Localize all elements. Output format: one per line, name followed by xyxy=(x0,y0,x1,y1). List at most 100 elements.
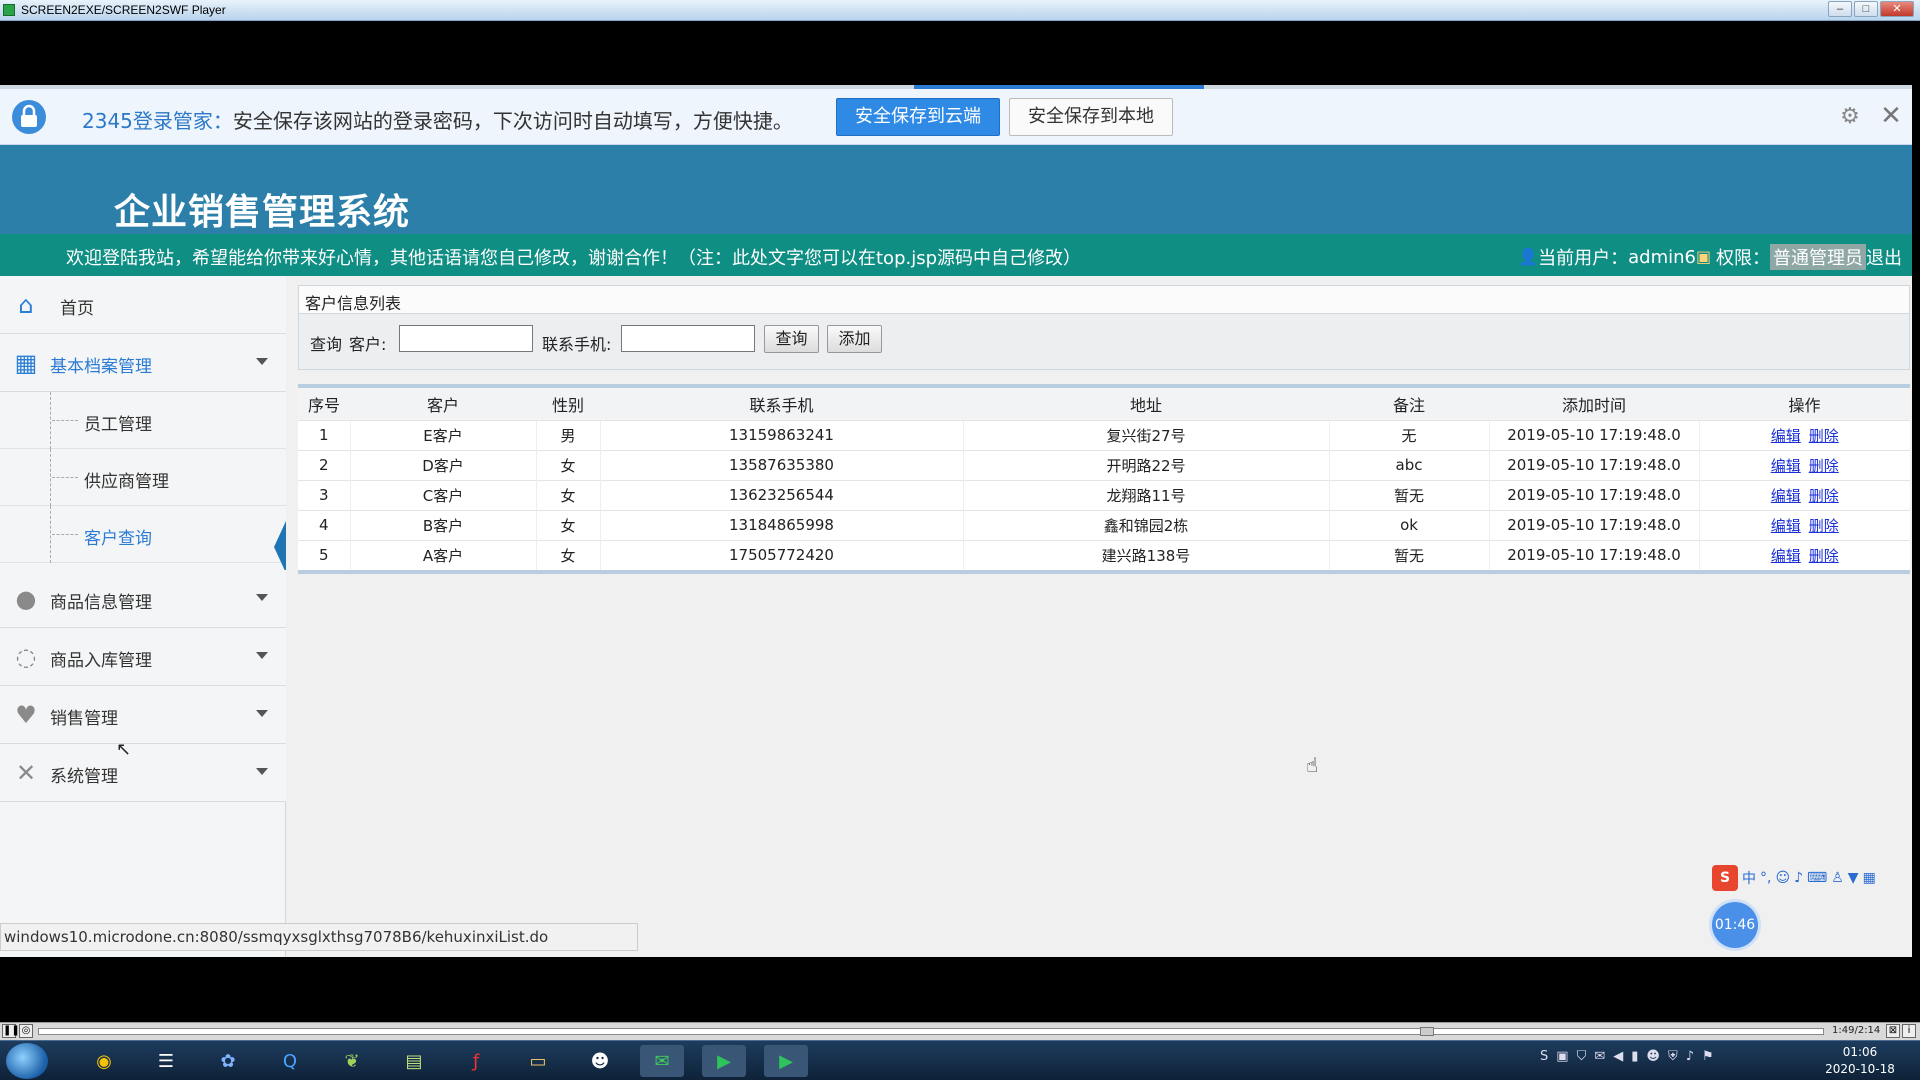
welcome-text: 欢迎登陆我站，希望能给你带来好心情，其他话语请您自己修改，谢谢合作！（注：此处文… xyxy=(66,248,1082,269)
cell-phone: 13623256544 xyxy=(599,479,963,510)
emoji-icon[interactable]: ☺ xyxy=(1775,870,1790,886)
clock[interactable]: 01:06 2020-10-18 xyxy=(1820,1044,1900,1078)
minimize-icon[interactable]: – xyxy=(1828,1,1852,17)
save-to-cloud-button[interactable]: 安全保存到云端 xyxy=(836,98,1000,136)
keyboard-icon[interactable]: ⌨ xyxy=(1807,870,1827,886)
table-row: 1 E客户 男 13159863241 复兴街27号 无 2019-05-10 … xyxy=(298,419,1910,450)
start-button[interactable] xyxy=(6,1043,48,1079)
lock-icon xyxy=(12,100,46,134)
password-bar-message: 2345登录管家：安全保存该网站的登录密码，下次访问时自动填写，方便快捷。 xyxy=(82,105,793,134)
phone-search-input[interactable] xyxy=(621,325,755,352)
app-title: 企业销售管理系统 xyxy=(114,192,411,233)
sidebar-item-label: 首页 xyxy=(60,299,94,319)
leaf-app-icon[interactable]: ❦ xyxy=(330,1045,374,1077)
stop-icon[interactable]: ◎ xyxy=(19,1024,33,1038)
seek-thumb[interactable] xyxy=(1420,1027,1434,1036)
person-icon: ● xyxy=(15,585,37,613)
sidebar-item-home[interactable]: ⌂ 首页 xyxy=(0,276,286,334)
battery-icon[interactable]: ▮ xyxy=(1631,1049,1638,1064)
close-icon[interactable]: ✕ xyxy=(1878,103,1904,129)
cell-phone: 13587635380 xyxy=(599,449,963,480)
grid-icon[interactable]: ▦ xyxy=(1863,870,1876,886)
edit-link[interactable]: 编辑 xyxy=(1771,457,1801,475)
player-app-icon[interactable]: ▶ xyxy=(764,1045,808,1077)
sidebar-item-sales[interactable]: ♥ 销售管理 xyxy=(0,686,286,744)
delete-link[interactable]: 删除 xyxy=(1809,457,1839,475)
search-bar: 查询 客户: 联系手机: 查询 添加 xyxy=(298,314,1910,370)
window-close-icon[interactable]: ✕ xyxy=(1880,1,1914,17)
table-header-row: 序号 客户 性别 联系手机 地址 备注 添加时间 操作 xyxy=(298,388,1910,420)
edit-link[interactable]: 编辑 xyxy=(1771,517,1801,535)
punctuation-icon[interactable]: °, xyxy=(1760,870,1771,886)
seek-bar[interactable] xyxy=(38,1027,1824,1036)
folder-icon[interactable]: ▭ xyxy=(516,1045,560,1077)
sidebar-item-product-info[interactable]: ● 商品信息管理 xyxy=(0,570,286,628)
sidebar-item-employee[interactable]: 员工管理 xyxy=(0,392,286,449)
timer-bubble[interactable]: 01:46 xyxy=(1712,902,1758,948)
delete-link[interactable]: 删除 xyxy=(1809,427,1839,445)
delete-link[interactable]: 删除 xyxy=(1809,547,1839,565)
flag-icon[interactable]: ⚑ xyxy=(1702,1049,1714,1064)
qq-tray-icon[interactable]: ☻ xyxy=(1646,1049,1660,1064)
search-button[interactable]: 查询 xyxy=(764,325,819,353)
chevron-down-icon xyxy=(256,710,268,717)
edit-link[interactable]: 编辑 xyxy=(1771,427,1801,445)
maximize-icon[interactable]: □ xyxy=(1854,1,1878,17)
notepad-icon[interactable]: ▤ xyxy=(392,1045,436,1077)
volume-icon[interactable]: ◀ xyxy=(1613,1049,1623,1064)
ime-toolbar[interactable]: S 中 °, ☺ ♪ ⌨ ♙ ▼ ▦ xyxy=(1712,864,1876,892)
logout-link[interactable]: 退出 xyxy=(1866,244,1902,270)
cell-note: abc xyxy=(1328,449,1489,480)
phone-label: 联系手机: xyxy=(542,335,612,354)
customer-search-input[interactable] xyxy=(399,325,533,352)
info-icon[interactable]: i xyxy=(1902,1024,1916,1038)
home-icon: ⌂ xyxy=(18,291,34,319)
flash-icon[interactable]: ƒ xyxy=(454,1045,498,1077)
baidu-netdisk-icon[interactable]: ✿ xyxy=(206,1045,250,1077)
sidebar-item-label: 销售管理 xyxy=(50,709,118,729)
security-icon[interactable]: ⛨ xyxy=(1668,1049,1678,1064)
browser-icon[interactable]: Q xyxy=(268,1045,312,1077)
pause-icon[interactable]: ❚❚ xyxy=(2,1024,20,1038)
network-icon[interactable]: ▣ xyxy=(1556,1049,1568,1064)
save-to-local-button[interactable]: 安全保存到本地 xyxy=(1009,98,1173,136)
sidebar-item-supplier[interactable]: 供应商管理 xyxy=(0,449,286,506)
fullscreen-icon[interactable]: ⊠ xyxy=(1886,1024,1900,1038)
edit-link[interactable]: 编辑 xyxy=(1771,547,1801,565)
player-title-bar: SCREEN2EXE/SCREEN2SWF Player – □ ✕ xyxy=(0,0,1920,21)
edit-link[interactable]: 编辑 xyxy=(1771,487,1801,505)
sogou-tray-icon[interactable]: S xyxy=(1540,1049,1548,1064)
chrome-icon[interactable]: ◉ xyxy=(82,1045,126,1077)
table-row: 3 C客户 女 13623256544 龙翔路11号 暂无 2019-05-10… xyxy=(298,479,1910,510)
speaker-icon[interactable]: ♪ xyxy=(1686,1049,1694,1064)
cell-gender: 女 xyxy=(535,539,600,570)
shield-icon[interactable]: ⛉ xyxy=(1577,1049,1587,1064)
cell-phone: 17505772420 xyxy=(599,539,963,570)
panel-title: 客户信息列表 xyxy=(298,285,1910,314)
cell-customer: D客户 xyxy=(349,449,536,480)
sidebar-item-product-inbound[interactable]: ◌ 商品入库管理 xyxy=(0,628,286,686)
skin-icon[interactable]: ▼ xyxy=(1848,870,1859,886)
sidebar-item-customer-query[interactable]: 客户查询 xyxy=(0,506,286,573)
delete-link[interactable]: 删除 xyxy=(1809,487,1839,505)
ime-mode[interactable]: 中 xyxy=(1742,868,1756,888)
player-app-icon[interactable]: ▶ xyxy=(702,1045,746,1077)
welcome-bar: 欢迎登陆我站，希望能给你带来好心情，其他话语请您自己修改，谢谢合作！（注：此处文… xyxy=(0,234,1912,276)
delete-link[interactable]: 删除 xyxy=(1809,517,1839,535)
add-button[interactable]: 添加 xyxy=(827,325,882,353)
user-icon[interactable]: ♙ xyxy=(1831,870,1844,886)
cell-time: 2019-05-10 17:19:48.0 xyxy=(1488,449,1699,480)
column-header: 添加时间 xyxy=(1489,388,1699,420)
wechat-icon[interactable]: ✉ xyxy=(640,1045,684,1077)
cell-time: 2019-05-10 17:19:48.0 xyxy=(1488,509,1699,540)
sidebar-item-basic-archive[interactable]: ▦ 基本档案管理 xyxy=(0,334,286,392)
qq-icon[interactable]: ☻ xyxy=(578,1045,622,1077)
customer-label: 客户: xyxy=(349,335,387,354)
sidebar-item-system[interactable]: ✕ 系统管理 xyxy=(0,744,286,802)
sogou-ime-logo[interactable]: S xyxy=(1712,865,1738,891)
password-save-bar: 2345登录管家：安全保存该网站的登录密码，下次访问时自动填写，方便快捷。 安全… xyxy=(0,89,1912,145)
gear-icon[interactable]: ⚙ xyxy=(1838,105,1862,129)
terminal-icon[interactable]: ☰ xyxy=(144,1045,188,1077)
microphone-icon[interactable]: ♪ xyxy=(1794,870,1803,886)
wechat-tray-icon[interactable]: ✉ xyxy=(1594,1049,1605,1064)
